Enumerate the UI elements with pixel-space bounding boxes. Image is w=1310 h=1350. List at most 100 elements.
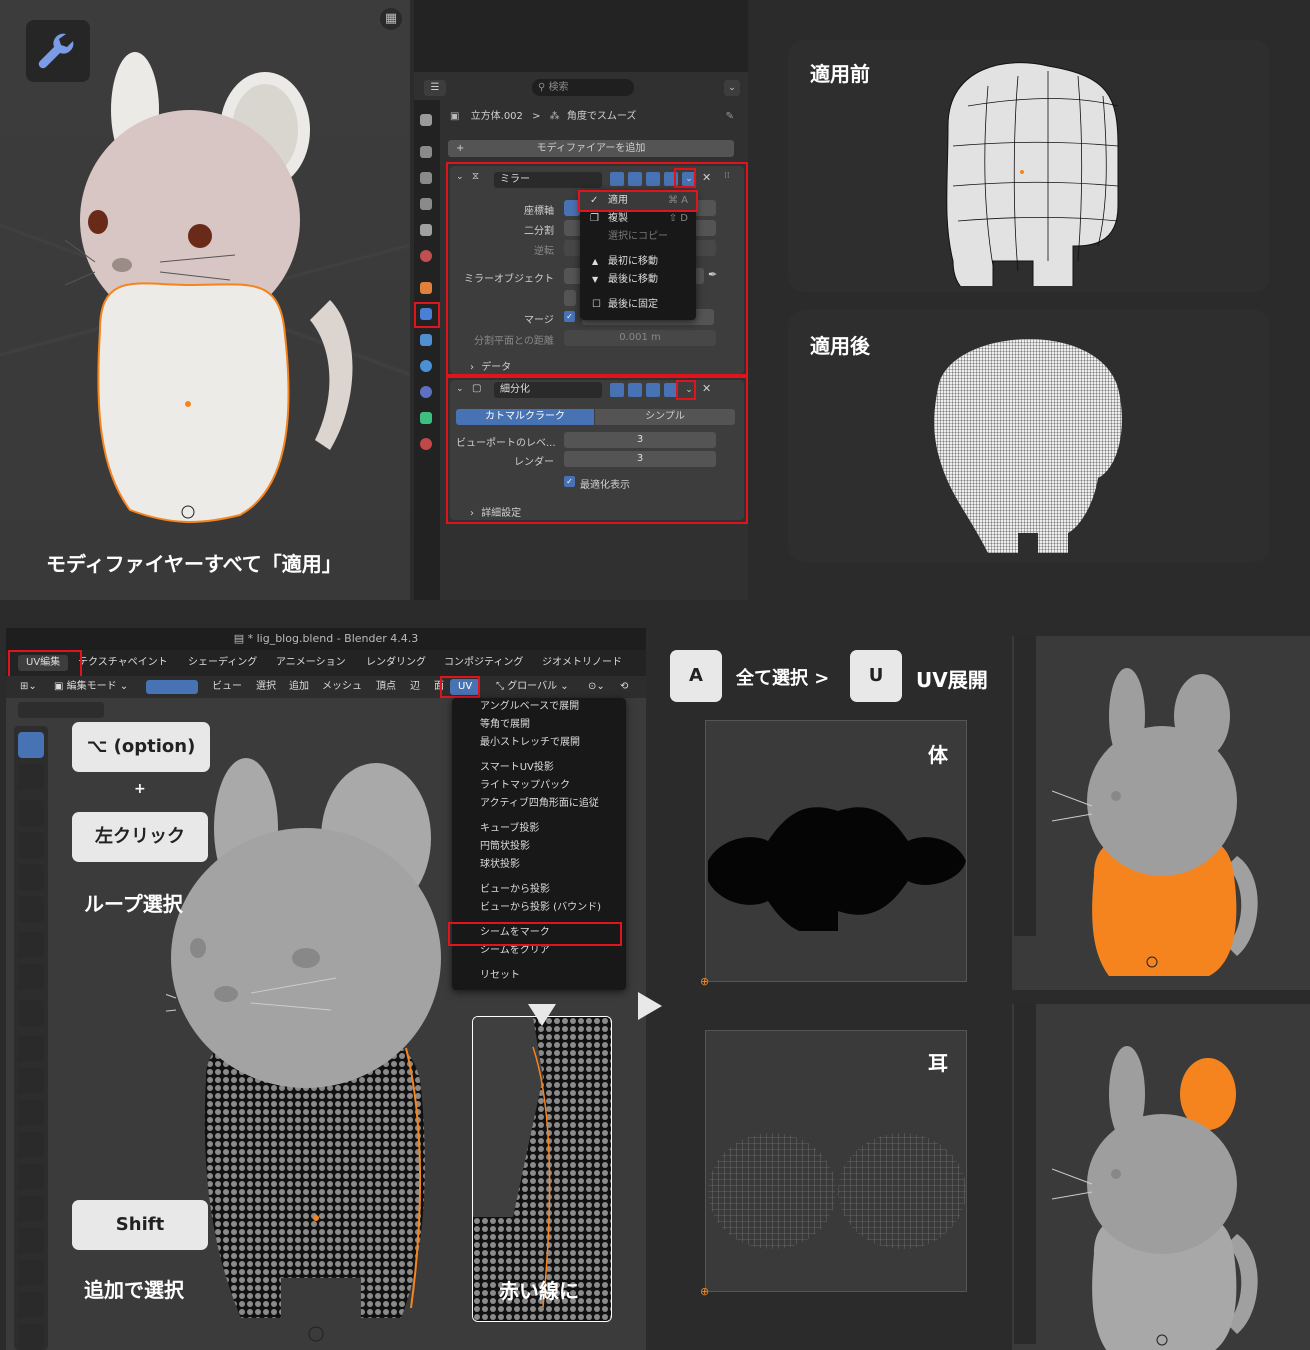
select-box-tool[interactable] [18,732,44,758]
selection-mode-icons[interactable] [18,702,104,718]
rip-tool[interactable] [18,1324,44,1350]
select-mode-buttons[interactable] [146,680,198,694]
edit-mode-icon: ▣ [54,681,67,692]
cursor-tool[interactable] [18,764,44,790]
snap-icon[interactable]: ⟲ [620,676,628,698]
viewport-grid-toggle-icon[interactable]: ▦ [380,8,402,30]
tab-compositing[interactable]: コンポジティング [444,650,523,676]
add-modifier-button[interactable]: + モディファイアーを追加 [448,140,734,157]
mirror-dropdown-highlight [674,168,696,188]
world-tab-icon[interactable] [420,250,432,262]
menu-add[interactable]: 追加 [289,676,309,698]
duplicate-icon: ❐ [590,213,599,224]
menu-vertex[interactable]: 頂点 [376,676,396,698]
option-key: ⌥ (option) [72,722,210,772]
editor-type-icon[interactable]: ⊞⌄ [20,676,37,698]
smart-uv-project[interactable]: スマートUV投影 [452,759,626,777]
data-tab-icon[interactable] [420,412,432,424]
loop-cut-tool[interactable] [18,1132,44,1158]
orientation-icon: ⤡ [496,681,508,692]
lightmap-pack[interactable]: ライトマップパック [452,777,626,795]
search-input[interactable]: ⚲ 検索 [532,79,634,96]
top-viewport[interactable]: ▦ モディファイヤーすべて「適用」 [0,0,410,600]
ear-uv-islands [708,1133,966,1249]
transform-orientation[interactable]: ⤡ グローバル ⌄ [496,676,569,698]
sphere-projection[interactable]: 球状投影 [452,856,626,874]
orientation-label: グローバル [507,681,558,692]
project-from-view[interactable]: ビューから投影 [452,881,626,899]
cylinder-projection[interactable]: 円筒状投影 [452,838,626,856]
uv-menu: アングルベースで展開 等角で展開 最小ストレッチで展開 スマートUV投影 ライト… [452,698,626,990]
unwrap-angle-based[interactable]: アングルベースで展開 [452,698,626,716]
physics-tab-icon[interactable] [420,360,432,372]
card-before: 適用前 [788,40,1270,292]
scene-tab-icon[interactable] [420,224,432,236]
cube-projection[interactable]: キューブ投影 [452,820,626,838]
pin-last-label: 最後に固定 [608,299,658,310]
move-tool[interactable] [18,800,44,826]
extrude-tool[interactable] [18,1036,44,1062]
apply-highlight [578,190,698,212]
add-cube-tool[interactable] [18,1000,44,1026]
mouse-edit-mesh [166,758,441,1342]
project-from-view-bounds[interactable]: ビューから投影 (バウンド) [452,899,626,917]
pivot-icon[interactable]: ⊙⌄ [588,676,605,698]
tab-rendering[interactable]: レンダリング [366,650,426,676]
menu-edge[interactable]: 辺 [410,676,420,698]
rotate-tool[interactable] [18,832,44,858]
mouse-model [64,52,353,523]
editor-type-icon[interactable]: ☰ [424,80,446,96]
mode-selector[interactable]: ▣ 編集モード ⌄ [54,676,128,698]
menu-item-duplicate[interactable]: ❐ 複製 ⇧ D [580,210,696,228]
material-tab-icon[interactable] [420,438,432,450]
unwrap-conformal[interactable]: 等角で展開 [452,716,626,734]
unwrap-minimum-stretch[interactable]: 最小ストレッチで展開 [452,734,626,752]
move-first-label: 最初に移動 [608,256,658,267]
constraints-tab-icon[interactable] [420,386,432,398]
tab-animation[interactable]: アニメーション [276,650,346,676]
scale-tool[interactable] [18,864,44,890]
tab-shading[interactable]: シェーディング [188,650,257,676]
inset-tool[interactable] [18,1068,44,1094]
annotate-tool[interactable] [18,932,44,958]
triangle-down-icon: ▼ [592,275,599,284]
search-icon: ⚲ [538,82,546,93]
measure-tool[interactable] [18,964,44,990]
checkbox-icon: ☐ [592,299,601,310]
transform-tool[interactable] [18,896,44,922]
shear-tool[interactable] [18,1292,44,1318]
menu-item-copy-to-selected[interactable]: 選択にコピー [580,228,696,246]
caption-select-all: 全て選択 > [736,668,830,689]
options-dropdown[interactable]: ⌄ [724,80,740,96]
modifier-tab-highlight [414,302,440,328]
triangle-up-icon: ▲ [592,257,599,266]
particles-tab-icon[interactable] [420,334,432,346]
caption-apply-all: モディファイヤーすべて「適用」 [46,552,342,576]
object-tab-icon[interactable] [420,282,432,294]
menu-item-move-last[interactable]: ▼ 最後に移動 [580,271,696,289]
left-click-key: 左クリック [72,812,208,862]
viewport-header: ⊞⌄ ▣ 編集モード ⌄ ビュー 選択 追加 メッシュ 頂点 辺 面 UV ⤡ … [6,676,646,698]
pin-icon[interactable]: ✎ [726,109,734,125]
spin-tool[interactable] [18,1228,44,1254]
knife-tool[interactable] [18,1164,44,1190]
reset[interactable]: リセット [452,967,626,985]
menu-item-pin-last[interactable]: ☐ 最後に固定 [580,296,696,314]
menu-view[interactable]: ビュー [212,676,242,698]
tab-texture-paint[interactable]: テクスチャペイント [78,650,168,676]
poly-build-tool[interactable] [18,1196,44,1222]
render-tab-icon[interactable] [420,146,432,158]
bevel-tool[interactable] [18,1100,44,1126]
tab-geometry-nodes[interactable]: ジオメトリノード [542,650,622,676]
menu-mesh[interactable]: メッシュ [322,676,362,698]
tool-tab-icon[interactable] [420,114,432,126]
view-layer-tab-icon[interactable] [420,198,432,210]
next-step-arrow-icon [638,992,662,1020]
output-tab-icon[interactable] [420,172,432,184]
search-placeholder: 検索 [548,82,569,93]
follow-active-quads[interactable]: アクティブ四角形面に追従 [452,795,626,813]
properties-tabs [414,100,440,600]
menu-select[interactable]: 選択 [256,676,276,698]
menu-item-move-first[interactable]: ▲ 最初に移動 [580,253,696,271]
smooth-tool[interactable] [18,1260,44,1286]
